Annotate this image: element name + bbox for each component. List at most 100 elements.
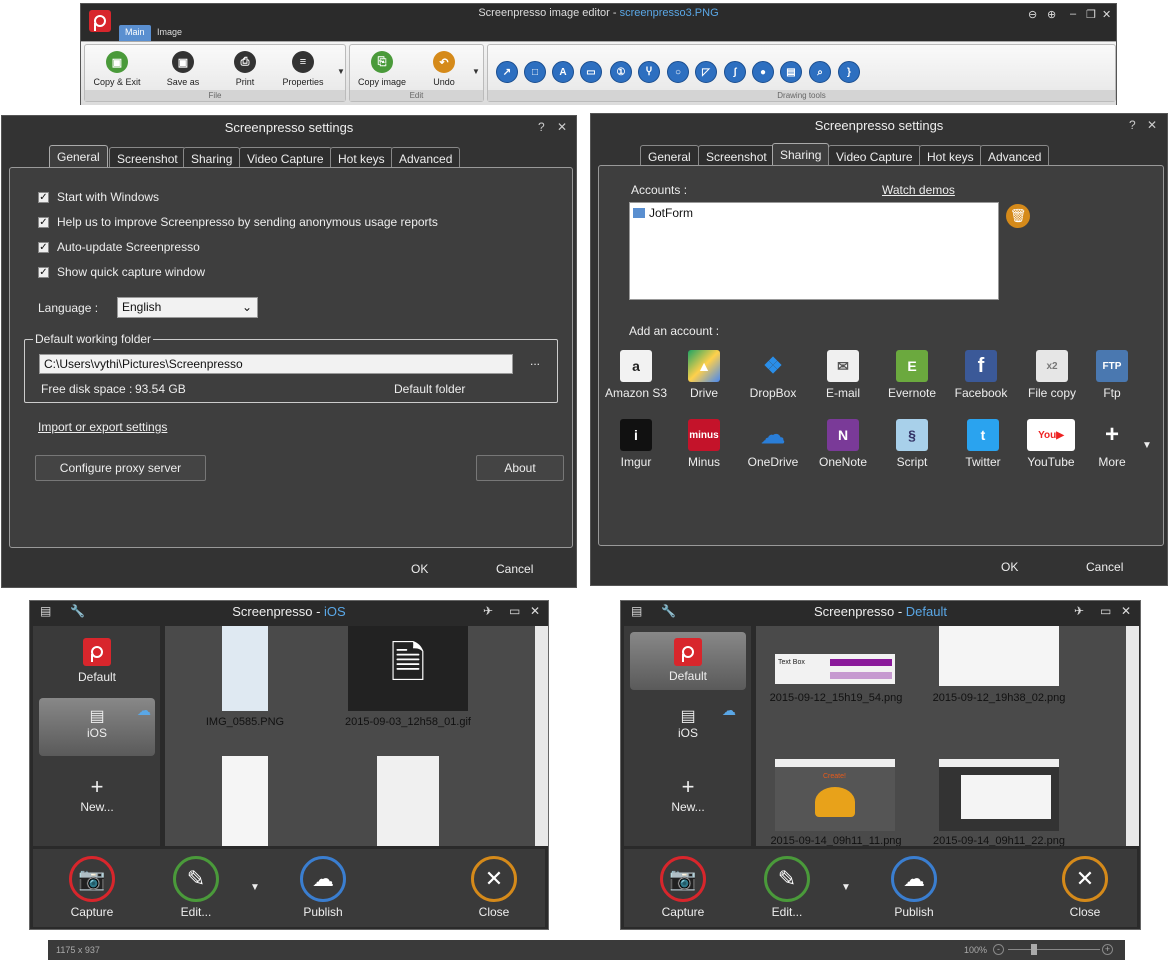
service-ftp[interactable]: FTP Ftp — [1080, 350, 1144, 400]
thumbnail[interactable] — [939, 759, 1059, 831]
import-export-link[interactable]: Import or export settings — [38, 420, 167, 434]
tab-video-capture[interactable]: Video Capture — [239, 147, 332, 169]
thumbnail[interactable]: Create! — [775, 759, 895, 831]
tab-image[interactable]: Image — [151, 25, 188, 41]
service-onedrive[interactable]: ☁ OneDrive — [741, 419, 805, 470]
maximize-button[interactable]: ▭ — [509, 604, 520, 618]
ellipse-tool-icon[interactable]: ○ — [667, 61, 689, 83]
thumbnail[interactable] — [222, 626, 268, 711]
language-select[interactable]: English ⌄ — [117, 297, 258, 318]
zoom-slider-handle[interactable] — [1031, 944, 1037, 955]
edit-button[interactable]: ✎ Edit... — [156, 856, 236, 919]
file-icon[interactable]: 🗎 — [348, 626, 468, 711]
back-icon[interactable]: ⊖ — [1028, 8, 1037, 21]
edit-dropdown-icon[interactable]: ▼ — [250, 882, 260, 893]
folder-path-input[interactable]: C:\Users\vythi\Pictures\Screenpresso — [39, 354, 513, 374]
image-tool-icon[interactable]: ▤ — [780, 61, 802, 83]
service-minus[interactable]: minus Minus — [672, 419, 736, 469]
pin-icon[interactable]: ✈ — [483, 604, 493, 618]
properties-button[interactable]: ≡ Properties — [273, 51, 333, 87]
tab-sharing[interactable]: Sharing — [183, 147, 241, 169]
ok-button[interactable]: OK — [1001, 560, 1018, 574]
watch-demos-link[interactable]: Watch demos — [882, 183, 955, 197]
tab-main[interactable]: Main — [119, 25, 151, 41]
publish-button[interactable]: ☁ Publish — [874, 856, 954, 919]
cancel-button[interactable]: Cancel — [496, 562, 533, 576]
workspace-new[interactable]: + New... — [39, 774, 155, 814]
zoom-in-icon[interactable]: + — [1102, 944, 1113, 955]
help-button[interactable]: ? — [538, 120, 545, 134]
service-dropbox[interactable]: ❖ DropBox — [741, 350, 805, 400]
magnifier-tool-icon[interactable]: ⌕ — [809, 61, 831, 83]
service-file-copy[interactable]: x2 File copy — [1020, 350, 1084, 400]
thumbnail[interactable] — [377, 756, 439, 846]
tab-screenshot[interactable]: Screenshot — [109, 147, 186, 169]
tab-video-capture[interactable]: Video Capture — [828, 145, 921, 167]
list-item[interactable]: JotForm — [633, 206, 693, 220]
capture-button[interactable]: 📷 Capture — [643, 856, 723, 919]
thumbnail[interactable]: Text Box — [775, 654, 895, 684]
capture-button[interactable]: 📷 Capture — [52, 856, 132, 919]
help-button[interactable]: ? — [1129, 118, 1136, 132]
file-dropdown-icon[interactable]: ▼ — [337, 67, 345, 76]
thumbnail[interactable] — [939, 626, 1059, 686]
quick-capture-checkbox[interactable]: ✓ Show quick capture window — [38, 265, 205, 279]
service-youtube[interactable]: You▶ YouTube — [1019, 419, 1083, 469]
trash-icon[interactable]: 🗑 — [1006, 204, 1030, 228]
tab-hot-keys[interactable]: Hot keys — [919, 145, 982, 167]
workspace-default[interactable]: Default — [630, 632, 746, 690]
brace-tool-icon[interactable]: } — [838, 61, 860, 83]
service-onenote[interactable]: N OneNote — [811, 419, 875, 469]
service-twitter[interactable]: t Twitter — [951, 419, 1015, 469]
forward-icon[interactable]: ⊕ — [1047, 8, 1056, 21]
ok-button[interactable]: OK — [411, 562, 428, 576]
thumbnail[interactable] — [222, 756, 268, 846]
close-button[interactable]: ✕ — [557, 120, 567, 134]
copy-exit-button[interactable]: ▣ Copy & Exit — [87, 51, 147, 87]
more-dropdown-icon[interactable]: ▼ — [1142, 440, 1152, 451]
service-imgur[interactable]: i Imgur — [604, 419, 668, 469]
service-email[interactable]: ✉ E-mail — [811, 350, 875, 400]
maximize-button[interactable]: ▭ — [1100, 604, 1111, 618]
close-button[interactable]: ✕ — [1102, 8, 1111, 21]
pin-icon[interactable]: ✈ — [1074, 604, 1084, 618]
zoom-out-icon[interactable]: - — [993, 944, 1004, 955]
restore-button[interactable]: ❐ — [1086, 8, 1096, 21]
service-script[interactable]: § Script — [880, 419, 944, 469]
close-button[interactable]: ✕ — [530, 604, 540, 618]
workspace-default[interactable]: Default — [39, 638, 155, 684]
callout-tool-icon[interactable]: ▭ — [580, 61, 602, 83]
configure-proxy-button[interactable]: Configure proxy server — [35, 455, 206, 481]
publish-button[interactable]: ☁ Publish — [283, 856, 363, 919]
service-drive[interactable]: ▲ Drive — [672, 350, 736, 400]
rectangle-tool-icon[interactable]: □ — [524, 61, 546, 83]
service-amazon-s3[interactable]: a Amazon S3 — [604, 350, 668, 400]
edit-dropdown-icon[interactable]: ▼ — [841, 882, 851, 893]
browse-button[interactable]: ... — [530, 354, 540, 368]
arrow-tool-icon[interactable]: ↗ — [496, 61, 518, 83]
workspace-ios[interactable]: ▤ iOS ☁ — [630, 702, 746, 740]
copy-image-button[interactable]: ⎘ Copy image — [352, 51, 412, 87]
close-button[interactable]: ✕ — [1121, 604, 1131, 618]
save-as-button[interactable]: ▣ Save as — [153, 51, 213, 87]
close-app-button[interactable]: ✕ Close — [1045, 856, 1125, 919]
highlighter-tool-icon[interactable]: Ⴤ — [638, 61, 660, 83]
about-button[interactable]: About — [476, 455, 564, 481]
workspace-new[interactable]: + New... — [630, 774, 746, 814]
undo-button[interactable]: ↶ Undo — [414, 51, 474, 87]
scrollbar[interactable] — [535, 626, 548, 846]
service-more[interactable]: + More — [1080, 419, 1144, 469]
numbering-tool-icon[interactable]: ① — [610, 61, 632, 83]
print-button[interactable]: ⎙ Print — [215, 51, 275, 87]
curve-tool-icon[interactable]: ʃ — [724, 61, 746, 83]
edit-dropdown-icon[interactable]: ▼ — [472, 67, 480, 76]
zoom-slider[interactable] — [1008, 949, 1100, 950]
default-folder-button[interactable]: Default folder — [394, 382, 465, 396]
minimize-button[interactable]: – — [1070, 8, 1076, 20]
text-tool-icon[interactable]: A — [552, 61, 574, 83]
tab-advanced[interactable]: Advanced — [391, 147, 461, 169]
blur-tool-icon[interactable]: ● — [752, 61, 774, 83]
crop-tool-icon[interactable]: ◸ — [695, 61, 717, 83]
cancel-button[interactable]: Cancel — [1086, 560, 1123, 574]
auto-update-checkbox[interactable]: ✓ Auto-update Screenpresso — [38, 240, 200, 254]
